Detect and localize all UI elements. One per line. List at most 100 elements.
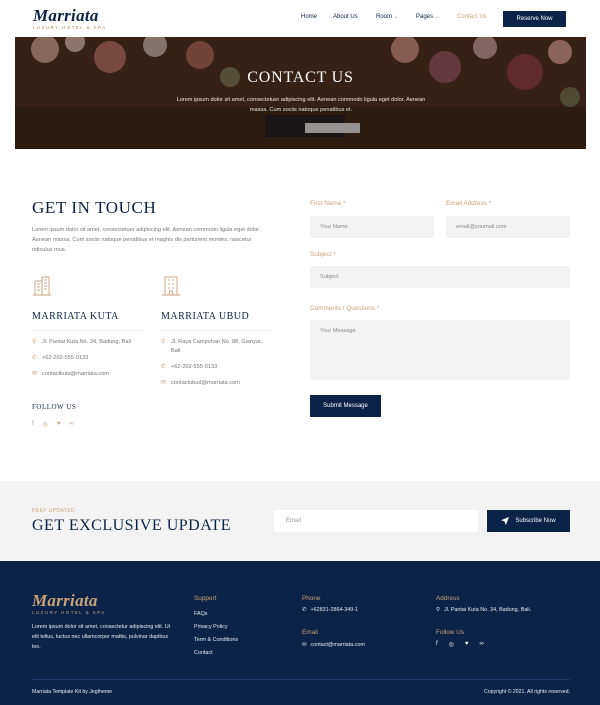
facebook-icon[interactable]: f xyxy=(32,421,34,428)
location-name: MARRIATA KUTA xyxy=(32,311,142,331)
comments-label: Comments / Questions * xyxy=(310,305,379,312)
logo-wordmark: Marriata xyxy=(33,6,99,25)
footer-copyright: Copyright © 2021. All rights reserved. xyxy=(484,689,570,695)
footer-logo[interactable]: Marriata LUXURY HOTEL & SPA xyxy=(32,592,106,615)
tripadvisor-icon[interactable]: ∞ xyxy=(69,421,73,428)
building-icon xyxy=(33,276,51,296)
email-label-text: Email Address xyxy=(446,200,487,207)
nav-contact[interactable]: Contact Us xyxy=(457,14,487,20)
email-label: Email Address * xyxy=(446,200,491,207)
location-name: MARRIATA UBUD xyxy=(161,311,271,331)
envelope-icon: ✉ xyxy=(161,380,167,386)
email-input[interactable]: email@youmail.com xyxy=(446,216,570,238)
map-pin-icon: ⚲ xyxy=(436,607,440,613)
phone-heading: Phone xyxy=(302,595,321,602)
logo-tagline: LUXURY HOTEL & SPA xyxy=(33,25,107,30)
location-card-kuta: MARRIATA KUTA ⚲ Jl. Pantai Kuta No. 34, B… xyxy=(32,275,142,379)
first-name-input[interactable]: Your Name xyxy=(310,216,434,238)
chevron-down-icon: ⌄ xyxy=(394,14,399,20)
twitter-icon[interactable]: ♥ xyxy=(465,641,469,648)
location-phone: ✆ +62-202-555-0133 xyxy=(32,354,142,363)
email-text: contactkuta@marriata.com xyxy=(42,371,109,377)
nav-room-label: Room xyxy=(376,14,393,20)
footer-credit: Marriata Template Kit by Jegtheme xyxy=(32,689,113,695)
footer-address-text: Jl. Pantai Kuta No. 34, Badung, Bali. xyxy=(443,607,532,613)
address-text: Jl. Raya Campuhan No. 88, Gianyar, Bali xyxy=(171,339,263,354)
nav-pages-label: Pages xyxy=(416,14,434,20)
subject-label-text: Subject xyxy=(310,251,332,258)
newsletter-title: GET EXCLUSIVE UPDATE xyxy=(32,517,232,534)
nav-about[interactable]: About Us xyxy=(333,14,358,20)
email-text: contactubud@marriata.com xyxy=(171,380,240,386)
newsletter-section: KEEP UPDATED GET EXCLUSIVE UPDATE Email … xyxy=(0,481,600,561)
location-email[interactable]: ✉ contactubud@marriata.com xyxy=(161,379,271,388)
subscribe-button[interactable]: Subscribe Now xyxy=(487,510,570,532)
footer-phone-text: +62831-2864-349-1 xyxy=(310,607,359,613)
newsletter-kicker: KEEP UPDATED xyxy=(32,508,75,514)
twitter-icon[interactable]: ♥ xyxy=(57,421,61,428)
site-header: Marriata LUXURY HOTEL & SPA Home About U… xyxy=(0,0,600,37)
location-address: ⚲ Jl. Raya Campuhan No. 88, Gianyar, Bali xyxy=(161,338,271,356)
follow-us-heading: FOLLOW US xyxy=(32,403,77,411)
footer-logo-tagline: LUXURY HOTEL & SPA xyxy=(32,610,106,615)
get-in-touch-text: Lorem ipsum dolor sit amet, consectetuer… xyxy=(32,227,261,253)
subject-input[interactable]: Subject xyxy=(310,266,570,288)
send-icon xyxy=(501,517,510,525)
chevron-down-icon: ⌄ xyxy=(435,14,440,20)
comments-label-text: Comments / Questions xyxy=(310,305,375,312)
address-text: Jl. Pantai Kuta No. 34, Badung, Bali xyxy=(42,339,131,345)
site-logo[interactable]: Marriata LUXURY HOTEL & SPA xyxy=(33,7,107,30)
submit-message-button[interactable]: Submit Message xyxy=(310,395,381,417)
location-email[interactable]: ✉ contactkuta@marriata.com xyxy=(32,370,142,379)
location-card-ubud: MARRIATA UBUD ⚲ Jl. Raya Campuhan No. 88,… xyxy=(161,275,271,388)
get-in-touch-heading: GET IN TOUCH xyxy=(32,198,157,217)
map-pin-icon: ⚲ xyxy=(161,339,166,345)
site-footer: Marriata LUXURY HOTEL & SPA Lorem ipsum … xyxy=(0,561,600,705)
footer-link-contact[interactable]: Contact xyxy=(194,650,213,656)
footer-email[interactable]: ✉ contact@marriata.com xyxy=(302,642,365,648)
phone-icon: ✆ xyxy=(302,607,307,613)
footer-divider xyxy=(32,679,570,680)
footer-logo-wordmark: Marriata xyxy=(32,591,98,610)
footer-social-links: f ◎ ♥ ∞ xyxy=(436,641,484,648)
required-mark: * xyxy=(376,305,380,312)
footer-address: ⚲ Jl. Pantai Kuta No. 34, Badung, Bali. xyxy=(436,607,531,613)
required-mark: * xyxy=(343,200,346,207)
social-links: f ◎ ♥ ∞ xyxy=(32,421,74,428)
first-name-label-text: First Name xyxy=(310,200,342,207)
hero-banner: CONTACT US Lorem ipsum dolor sit amet, c… xyxy=(15,37,586,149)
facebook-icon[interactable]: f xyxy=(436,641,438,648)
hero-overlay xyxy=(15,37,586,149)
phone-text: +62-202-555-0133 xyxy=(42,355,89,361)
nav-room[interactable]: Room ⌄ xyxy=(376,14,398,20)
subscribe-label: Subscribe Now xyxy=(515,518,556,524)
email-heading: Email xyxy=(302,629,318,636)
comments-textarea[interactable]: Your Message xyxy=(310,320,570,380)
footer-phone[interactable]: ✆ +62831-2864-349-1 xyxy=(302,607,358,613)
tripadvisor-icon[interactable]: ∞ xyxy=(479,641,483,648)
envelope-icon: ✉ xyxy=(32,371,38,377)
hero-description: Lorem ipsum dolor sit amet, consectetuer… xyxy=(176,97,426,113)
support-heading: Support xyxy=(194,595,217,602)
phone-icon: ✆ xyxy=(161,364,167,370)
footer-link-privacy[interactable]: Privacy Policy xyxy=(194,624,228,630)
instagram-icon[interactable]: ◎ xyxy=(43,421,48,428)
page-title: CONTACT US xyxy=(247,69,354,86)
nav-pages[interactable]: Pages ⌄ xyxy=(416,14,439,20)
instagram-icon[interactable]: ◎ xyxy=(449,641,454,648)
phone-text: +62-202-555-0133 xyxy=(171,364,218,370)
required-mark: * xyxy=(488,200,492,207)
address-heading: Address xyxy=(436,595,460,602)
map-pin-icon: ⚲ xyxy=(32,339,37,345)
newsletter-email-input[interactable]: Email xyxy=(274,510,478,532)
footer-link-terms[interactable]: Term & Conditions xyxy=(194,637,238,643)
footer-link-faqs[interactable]: FAQs xyxy=(194,611,207,617)
subject-label: Subject * xyxy=(310,251,336,258)
nav-home[interactable]: Home xyxy=(301,14,317,20)
footer-email-text: contact@marriata.com xyxy=(310,642,365,648)
first-name-label: First Name * xyxy=(310,200,346,207)
footer-about-text: Lorem ipsum dolor sit amet, consectetur … xyxy=(32,624,171,650)
location-phone: ✆ +62-202-555-0133 xyxy=(161,363,271,372)
reserve-now-button[interactable]: Reserve Now xyxy=(503,11,566,27)
phone-icon: ✆ xyxy=(32,355,38,361)
